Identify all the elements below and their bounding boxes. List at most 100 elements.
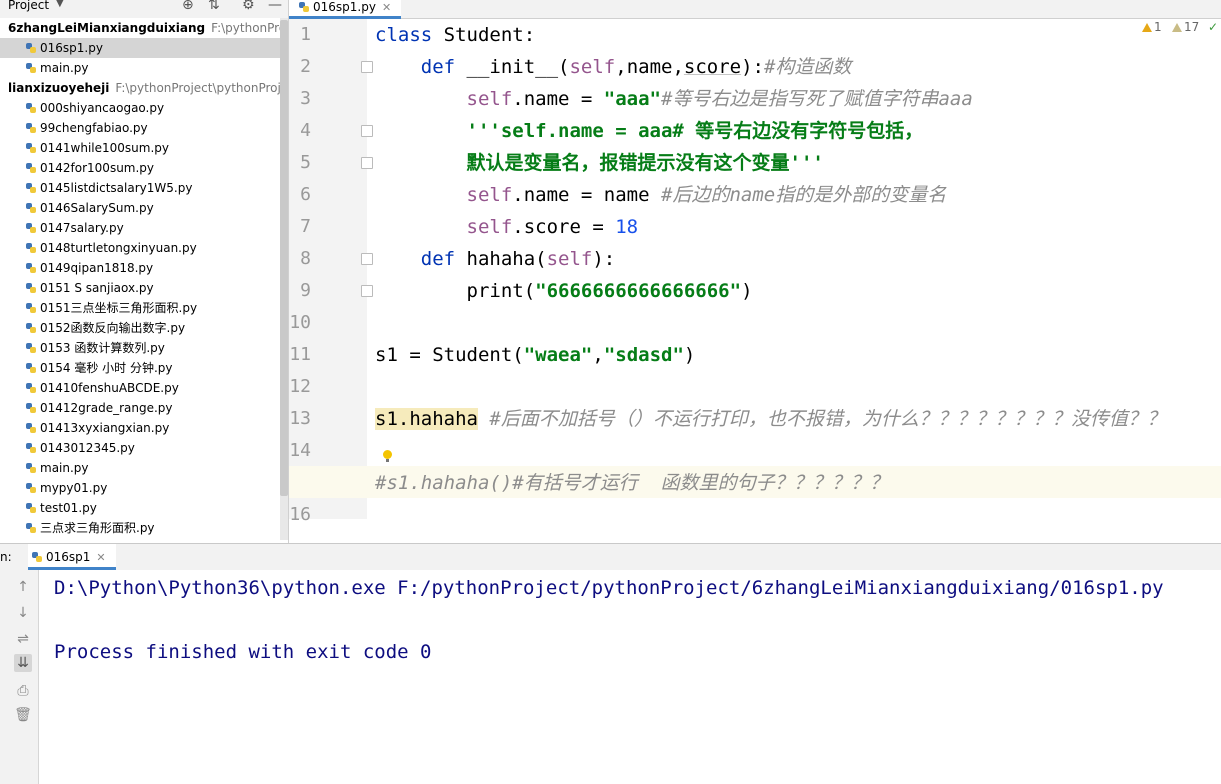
tree-file[interactable]: 0143012345.py [0,438,280,458]
code-token: self [546,248,593,270]
tree-file[interactable]: 0145listdictsalary1W5.py [0,178,280,198]
print-icon[interactable]: ⎙ [14,682,32,700]
tree-file[interactable]: 0152函数反向输出数字.py [0,318,280,338]
tree-file[interactable]: 0151 S sanjiaox.py [0,278,280,298]
python-file-icon [26,223,36,233]
tree-file[interactable]: 01413xyxiangxian.py [0,418,280,438]
collapse-all-icon[interactable]: ⇅ [208,0,220,13]
code-line[interactable]: 默认是变量名，报错提示没有这个变量''' [375,147,824,179]
code-token: Student: [443,24,536,46]
code-line[interactable]: '''self.name = aaa# 等号右边没有字符号包括， [375,115,924,147]
editor-tab-016sp1[interactable]: 016sp1.py ✕ [289,0,402,19]
code-line[interactable]: self.name = name #后边的name指的是外部的变量名 [375,179,947,211]
code-token: .score = [512,216,616,238]
project-panel-title[interactable]: Project [8,0,49,12]
code-line[interactable]: self.score = 18 [375,211,639,243]
tree-folder-path: F:\pythonProj [211,21,280,35]
tree-file[interactable]: 0153 函数计算数列.py [0,338,280,358]
line-number: 10 [289,312,311,333]
tree-file-label: 0151三点坐标三角形面积.py [40,301,198,315]
code-token: '''self.name = aaa# 等号右边没有字符号包括， [375,120,924,142]
tree-file[interactable]: 016sp1.py [0,38,280,58]
python-file-icon [26,523,36,533]
scroll-to-end-icon[interactable]: ⇊ [14,654,32,672]
code-token: self [569,56,616,78]
code-line[interactable]: def __init__(self,name,score):#构造函数 [375,51,852,83]
chevron-down-icon[interactable]: ▼ [56,0,64,9]
soft-wrap-icon[interactable]: ⇌ [14,630,32,648]
run-console-output[interactable]: D:\Python\Python36\python.exe F:/pythonP… [54,570,1214,784]
gear-icon[interactable]: ⚙ [242,0,255,13]
code-line[interactable]: def hahaha(self): [375,243,616,275]
code-line[interactable]: class Student: [375,19,535,51]
code-token: def [375,56,467,78]
code-token: self [466,184,513,206]
code-token: "waea" [523,344,593,366]
check-icon[interactable]: ✓ [1208,20,1218,34]
tree-file[interactable]: 0149qipan1818.py [0,258,280,278]
tree-file[interactable]: 01412grade_range.py [0,398,280,418]
editor-gutter[interactable]: 12345678910111213141516 [289,19,373,525]
tree-file[interactable]: 0142for100sum.py [0,158,280,178]
minimize-icon[interactable]: — [268,0,282,13]
locate-file-icon[interactable]: ⊕ [182,0,194,13]
warning-count: 1 [1154,20,1162,34]
tree-file-label: 0148turtletongxinyuan.py [40,241,197,255]
tree-file[interactable]: main.py [0,458,280,478]
tree-file[interactable]: 0148turtletongxinyuan.py [0,238,280,258]
python-file-icon [26,463,36,473]
tree-file[interactable]: test01.py [0,498,280,518]
scroll-up-icon[interactable]: ↑ [14,578,32,596]
code-line[interactable]: self.name = "aaa"#等号右边是指写死了赋值字符串aaa [375,83,973,115]
python-file-icon [26,143,36,153]
tree-file[interactable]: 01410fenshuABCDE.py [0,378,280,398]
python-file-icon [26,183,36,193]
line-number: 8 [300,248,311,269]
python-file-icon [26,323,36,333]
code-line[interactable]: s1 = Student("waea","sdasd") [375,339,695,371]
inspection-warnings[interactable]: 1 [1142,20,1162,34]
code-token: print( [375,280,536,302]
line-number: 13 [289,408,311,429]
code-line[interactable]: #s1.hahaha()#有括号才运行 函数里的句子？？？？？？ [375,467,889,499]
code-token: def [375,248,467,270]
code-token: ,name, [615,56,684,78]
tree-file-label: test01.py [40,501,97,515]
code-line[interactable]: s1.hahaha #后面不加括号（）不运行打印，也不报错，为什么？？？？？？？… [375,403,1166,435]
code-token: , [592,344,604,366]
tree-file[interactable]: 0151三点坐标三角形面积.py [0,298,280,318]
tree-file-label: 0147salary.py [40,221,124,235]
project-tree-scrollbar-thumb[interactable] [280,20,288,496]
console-line: D:\Python\Python36\python.exe F:/pythonP… [54,577,1164,599]
intention-bulb-icon[interactable] [383,450,392,462]
code-line[interactable]: print("6666666666666666") [375,275,753,307]
line-number: 7 [300,216,311,237]
tree-folder-label: 6zhangLeiMianxiangduixiang [8,21,206,35]
tree-file[interactable]: 三点求三角形面积.py [0,518,280,538]
line-number: 14 [289,440,311,461]
run-tab-016sp1[interactable]: 016sp1 ✕ [28,544,116,570]
tree-file-label: 三点求三角形面积.py [40,521,155,535]
close-icon[interactable]: ✕ [96,551,105,564]
tree-file[interactable]: main.py [0,58,280,78]
project-panel-header: Project ▼ ⊕ ⇅ ⚙ — [0,0,288,18]
code-editor[interactable]: class Student: def __init__(self,name,sc… [367,19,1221,519]
close-icon[interactable]: ✕ [382,1,391,14]
inspection-weak-warnings[interactable]: 17 [1172,20,1199,34]
tree-folder[interactable]: lianxizuoyeheji F:\pythonProject\pythonPr… [0,78,280,98]
tree-file[interactable]: 000shiyancaogao.py [0,98,280,118]
tree-file-label: 0142for100sum.py [40,161,155,175]
tree-file[interactable]: 0154 毫秒 小时 分钟.py [0,358,280,378]
tree-file[interactable]: 0146SalarySum.py [0,198,280,218]
python-file-icon [26,243,36,253]
tree-folder[interactable]: 6zhangLeiMianxiangduixiang F:\pythonProj [0,18,280,38]
tree-file-label: 0151 S sanjiaox.py [40,281,154,295]
tree-file[interactable]: 0141while100sum.py [0,138,280,158]
tree-file[interactable]: 0147salary.py [0,218,280,238]
tree-file[interactable]: mypy01.py [0,478,280,498]
scroll-down-icon[interactable]: ↓ [14,604,32,622]
trash-icon[interactable]: 🗑 [14,706,32,724]
tree-file[interactable]: 99chengfabiao.py [0,118,280,138]
